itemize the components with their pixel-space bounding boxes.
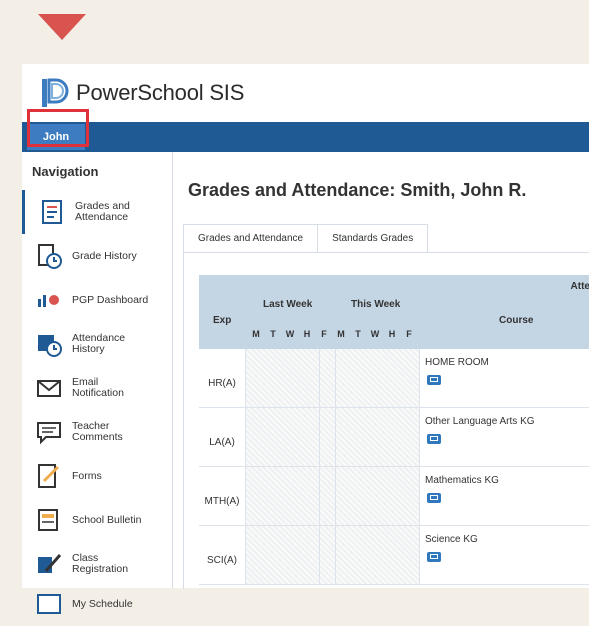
course-header: Course xyxy=(499,315,534,326)
attendance-cells xyxy=(245,349,420,407)
sidebar-item-teacher-comments[interactable]: Teacher Comments xyxy=(22,410,172,454)
day-label: W xyxy=(370,329,380,339)
sidebar-item-class-registration[interactable]: Class Registration xyxy=(22,542,172,586)
powerschool-logo-icon xyxy=(42,78,69,107)
sidebar-item-label: Grades and Attendance xyxy=(75,200,130,223)
day-label: W xyxy=(285,329,295,339)
highlight-box xyxy=(27,109,89,147)
grade-history-icon xyxy=(38,244,62,269)
sidebar-item-label: Grade History xyxy=(72,249,137,262)
sidebar-item-label: Email Notification xyxy=(72,376,124,399)
registration-icon xyxy=(38,554,62,573)
exp-cell: MTH(A) xyxy=(204,495,240,507)
sidebar-item-label: Teacher Comments xyxy=(72,420,123,443)
nav-title: Navigation xyxy=(32,164,99,179)
grades-attendance-icon xyxy=(42,200,62,224)
table-row: HR(A) HOME ROOM xyxy=(199,349,589,408)
tab-grades-and-attendance[interactable]: Grades and Attendance xyxy=(183,224,319,253)
sidebar-item-attendance-history[interactable]: Attendance History xyxy=(22,322,172,366)
bulletin-icon xyxy=(38,509,58,531)
exp-header: Exp xyxy=(213,315,232,326)
page-title: Grades and Attendance: Smith, John R. xyxy=(188,180,527,200)
course-name: Other Language Arts KG xyxy=(425,416,535,427)
tab-panel: Atte Exp Last Week This Week Course M T … xyxy=(183,252,589,589)
app-window: PowerSchool SIS John ▲ Navigation Grades… xyxy=(22,64,589,614)
app-logo: PowerSchool SIS xyxy=(40,76,244,110)
day-label: F xyxy=(321,329,327,339)
sidebar-item-grade-history[interactable]: Grade History xyxy=(22,234,172,278)
sidebar-item-label: My Schedule xyxy=(72,597,133,610)
day-label: T xyxy=(270,329,276,339)
tab-bar: Grades and Attendance Standards Grades xyxy=(183,224,429,253)
main-content: Grades and Attendance: Smith, John R. Gr… xyxy=(173,152,589,589)
sidebar-item-email-notification[interactable]: Email Notification xyxy=(22,366,172,410)
schedule-icon xyxy=(37,594,61,614)
email-teacher-icon[interactable] xyxy=(427,375,441,385)
course-name: HOME ROOM xyxy=(425,357,489,368)
sidebar-item-school-bulletin[interactable]: School Bulletin xyxy=(22,498,172,542)
day-label: H xyxy=(303,329,311,339)
sidebar-item-label: Class Registration xyxy=(72,552,129,575)
sidebar-item-my-schedule[interactable]: My Schedule xyxy=(22,582,172,626)
pointer-arrow xyxy=(38,14,86,40)
sidebar-item-label: Forms xyxy=(72,469,102,482)
email-teacher-icon[interactable] xyxy=(427,552,441,562)
top-nav-bar xyxy=(22,122,589,152)
attendance-cells xyxy=(245,408,420,466)
day-label: H xyxy=(388,329,396,339)
email-teacher-icon[interactable] xyxy=(427,434,441,444)
table-row: SCI(A) Science KG xyxy=(199,526,589,585)
attendance-history-icon xyxy=(38,335,62,357)
course-name: Mathematics KG xyxy=(425,475,499,486)
email-teacher-icon[interactable] xyxy=(427,493,441,503)
table-row: LA(A) Other Language Arts KG xyxy=(199,408,589,467)
last-week-header: Last Week xyxy=(263,299,313,310)
sidebar-item-pgp-dashboard[interactable]: PGP Dashboard xyxy=(22,278,172,322)
dashboard-icon xyxy=(38,295,59,307)
sidebar: Navigation Grades and Attendance Grade H… xyxy=(22,152,175,614)
attendance-cells xyxy=(245,526,420,584)
exp-cell: SCI(A) xyxy=(207,554,237,566)
attendance-cells xyxy=(245,467,420,525)
sidebar-item-label: School Bulletin xyxy=(72,513,142,526)
this-week-header: This Week xyxy=(351,299,401,310)
day-label: F xyxy=(406,329,412,339)
attendance-header: Atte xyxy=(570,281,589,292)
day-label: T xyxy=(355,329,361,339)
forms-icon xyxy=(38,464,60,488)
sidebar-item-grades-and-attendance[interactable]: Grades and Attendance xyxy=(22,190,175,234)
exp-cell: LA(A) xyxy=(209,436,235,448)
grades-table: Atte Exp Last Week This Week Course M T … xyxy=(199,275,589,589)
sidebar-item-label: Attendance History xyxy=(72,332,126,355)
email-icon xyxy=(37,380,61,397)
day-label: M xyxy=(252,329,260,339)
sidebar-item-forms[interactable]: Forms xyxy=(22,454,172,498)
course-name: Science KG xyxy=(425,534,478,545)
app-title: PowerSchool SIS xyxy=(76,80,245,105)
exp-cell: HR(A) xyxy=(208,377,236,389)
sidebar-item-label: PGP Dashboard xyxy=(72,293,149,306)
comments-icon xyxy=(37,422,61,445)
table-header: Atte Exp Last Week This Week Course M T … xyxy=(199,275,589,349)
tab-standards-grades[interactable]: Standards Grades xyxy=(318,224,429,253)
table-row: MTH(A) Mathematics KG xyxy=(199,467,589,526)
day-label: M xyxy=(337,329,345,339)
